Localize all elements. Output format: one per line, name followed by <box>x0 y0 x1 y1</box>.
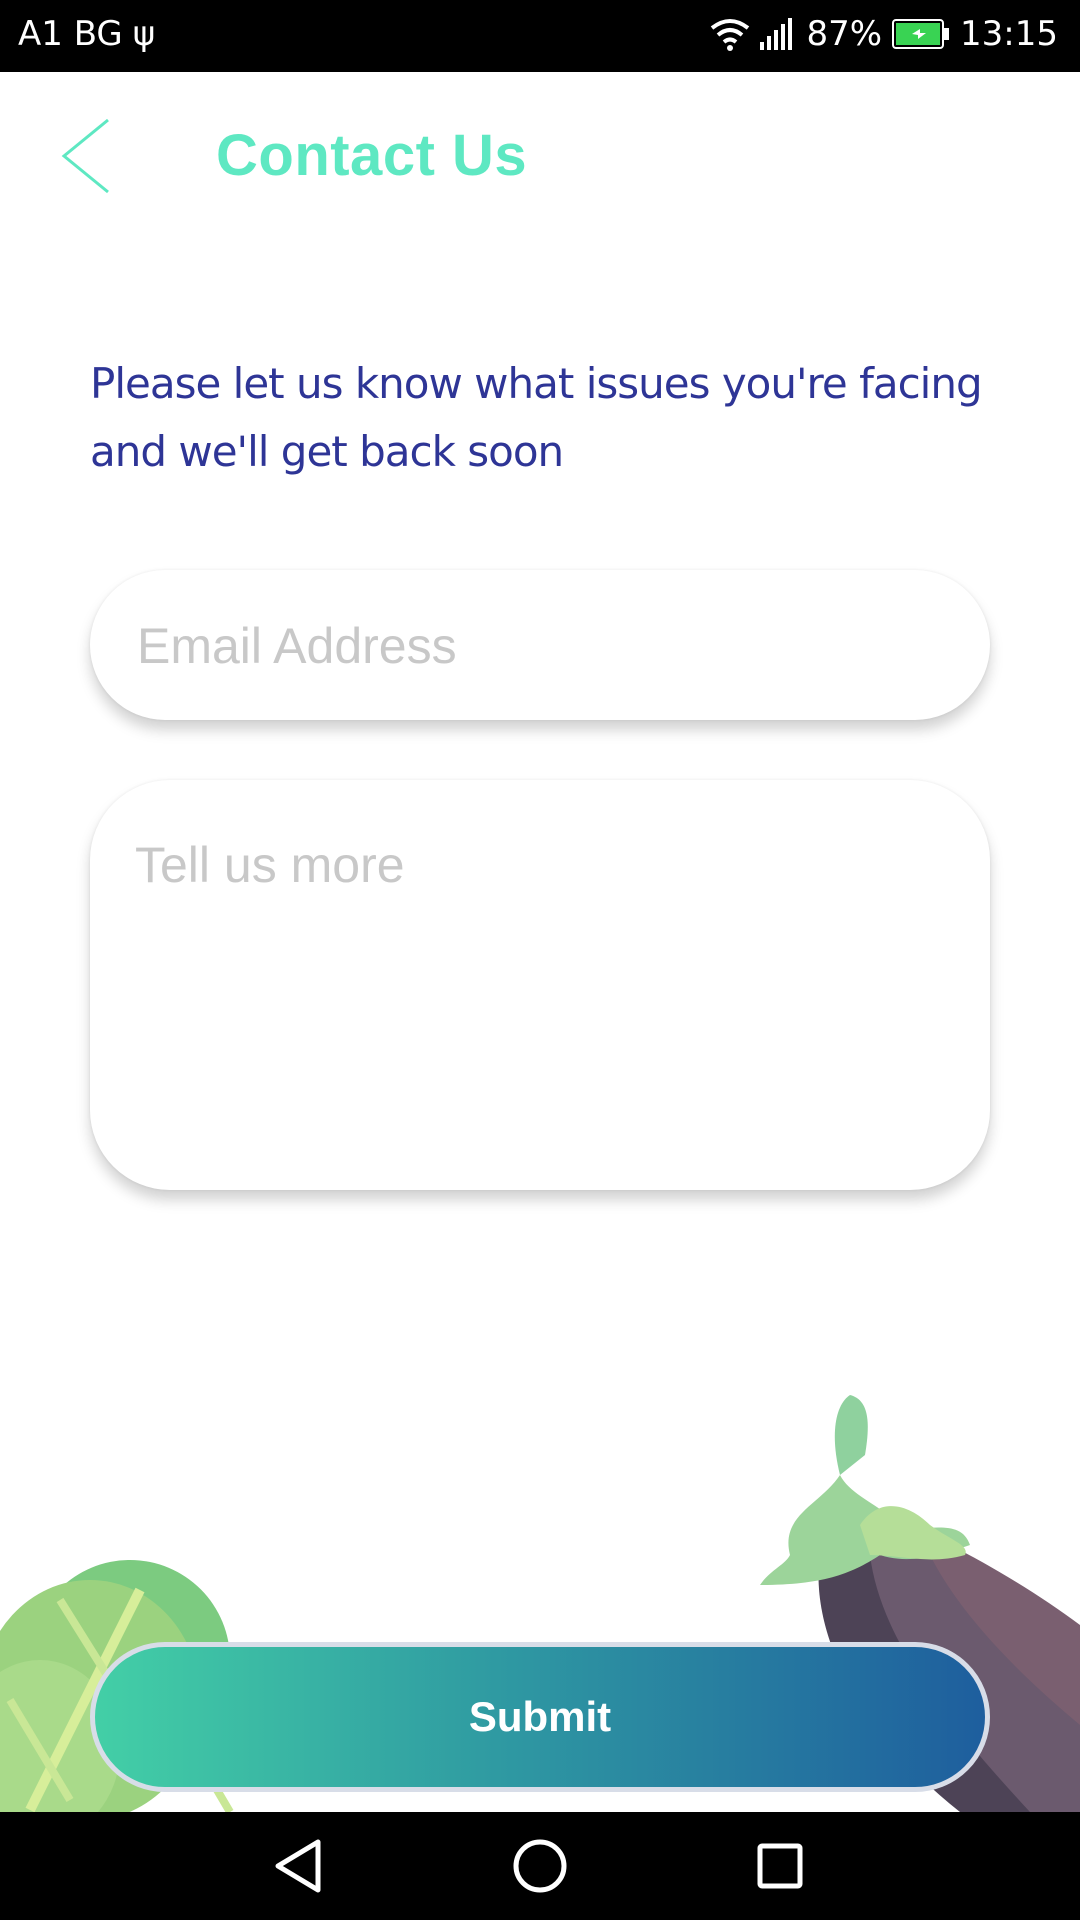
nav-back-button[interactable] <box>268 1834 332 1898</box>
contact-us-screen: A1 BG ψ 87% 13:15 Contact Us Please let … <box>0 0 1080 1920</box>
battery-percent: 87% <box>806 14 883 54</box>
nav-home-button[interactable] <box>508 1834 572 1898</box>
status-right: 87% 13:15 <box>710 14 1058 54</box>
email-field[interactable] <box>90 570 990 722</box>
page-title: Contact Us <box>216 123 528 188</box>
home-circle-icon <box>513 1839 567 1893</box>
submit-label: Submit <box>468 1693 612 1740</box>
message-textarea[interactable] <box>135 836 945 1134</box>
email-input[interactable] <box>135 570 949 722</box>
status-bar: A1 BG ψ 87% 13:15 <box>0 0 1080 72</box>
navigation-bar <box>0 1812 1080 1920</box>
signal-icon <box>760 18 796 50</box>
battery-icon <box>892 19 950 49</box>
recents-square-icon <box>757 1843 803 1889</box>
nav-recents-button[interactable] <box>748 1834 812 1898</box>
clock: 13:15 <box>960 14 1058 54</box>
back-button[interactable] <box>50 116 120 196</box>
back-triangle-icon <box>275 1839 321 1893</box>
submit-button[interactable]: Submit <box>90 1642 990 1792</box>
chevron-left-icon <box>61 118 109 194</box>
carrier-label: A1 BG <box>18 14 123 54</box>
message-field[interactable] <box>90 780 990 1190</box>
intro-text: Please let us know what issues you're fa… <box>90 359 983 476</box>
wifi-icon <box>710 16 750 52</box>
usb-icon: ψ <box>132 14 156 54</box>
status-left: A1 BG ψ <box>18 14 155 54</box>
